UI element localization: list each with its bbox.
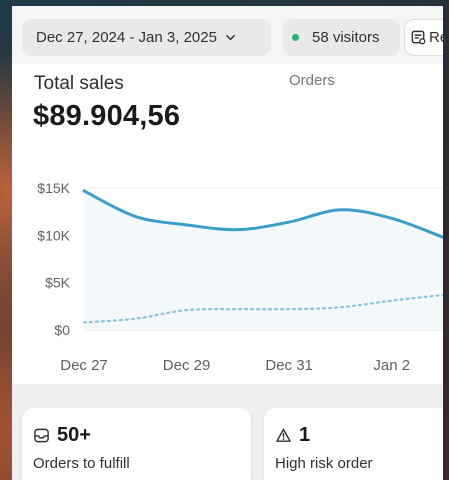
total-sales-amount: $89.904,56	[33, 100, 181, 132]
orders-tab[interactable]: Orders	[289, 72, 335, 89]
y-tick-label: $10K	[37, 227, 70, 243]
sales-card: $0 $5K $10K $15K Dec 27 Dec 29 Dec 31 Jan 2 Tot…	[12, 64, 443, 384]
orders-to-fulfill-label: Orders to fulfill	[33, 455, 130, 472]
live-visitors-button[interactable]: 58 visitors	[283, 19, 400, 56]
report-button[interactable]: Re	[404, 19, 443, 56]
y-tick-label: $0	[54, 322, 70, 338]
orders-to-fulfill-count: 50+	[57, 424, 91, 446]
live-status-dot	[292, 34, 299, 41]
y-tick-label: $15K	[37, 180, 70, 196]
high-risk-order-card[interactable]: 1 High risk order	[264, 408, 443, 480]
date-range-picker[interactable]: Dec 27, 2024 - Jan 3, 2025	[22, 19, 271, 56]
date-range-label: Dec 27, 2024 - Jan 3, 2025	[36, 29, 217, 46]
inbox-icon	[34, 428, 49, 443]
chevron-down-icon	[226, 34, 235, 41]
orders-to-fulfill-card[interactable]: 50+ Orders to fulfill	[22, 408, 251, 480]
stats-section: 50+ Orders to fulfill 1 High risk order	[12, 384, 443, 480]
x-tick-label: Dec 31	[265, 357, 313, 374]
visitors-count: 58 visitors	[312, 29, 380, 46]
x-tick-label: Dec 27	[60, 357, 108, 374]
y-tick-label: $5K	[45, 275, 71, 291]
report-label: Re	[429, 29, 443, 46]
filter-bar: Dec 27, 2024 - Jan 3, 2025 58 visitors R…	[12, 6, 443, 66]
total-sales-title: Total sales	[34, 73, 124, 94]
warning-triangle-icon	[276, 428, 291, 442]
x-tick-label: Dec 29	[163, 357, 211, 374]
report-icon	[411, 30, 426, 45]
analytics-screen: Dec 27, 2024 - Jan 3, 2025 58 visitors R…	[12, 6, 443, 480]
high-risk-order-count: 1	[299, 424, 311, 446]
high-risk-order-label: High risk order	[275, 455, 373, 472]
x-tick-label: Jan 2	[373, 357, 410, 374]
